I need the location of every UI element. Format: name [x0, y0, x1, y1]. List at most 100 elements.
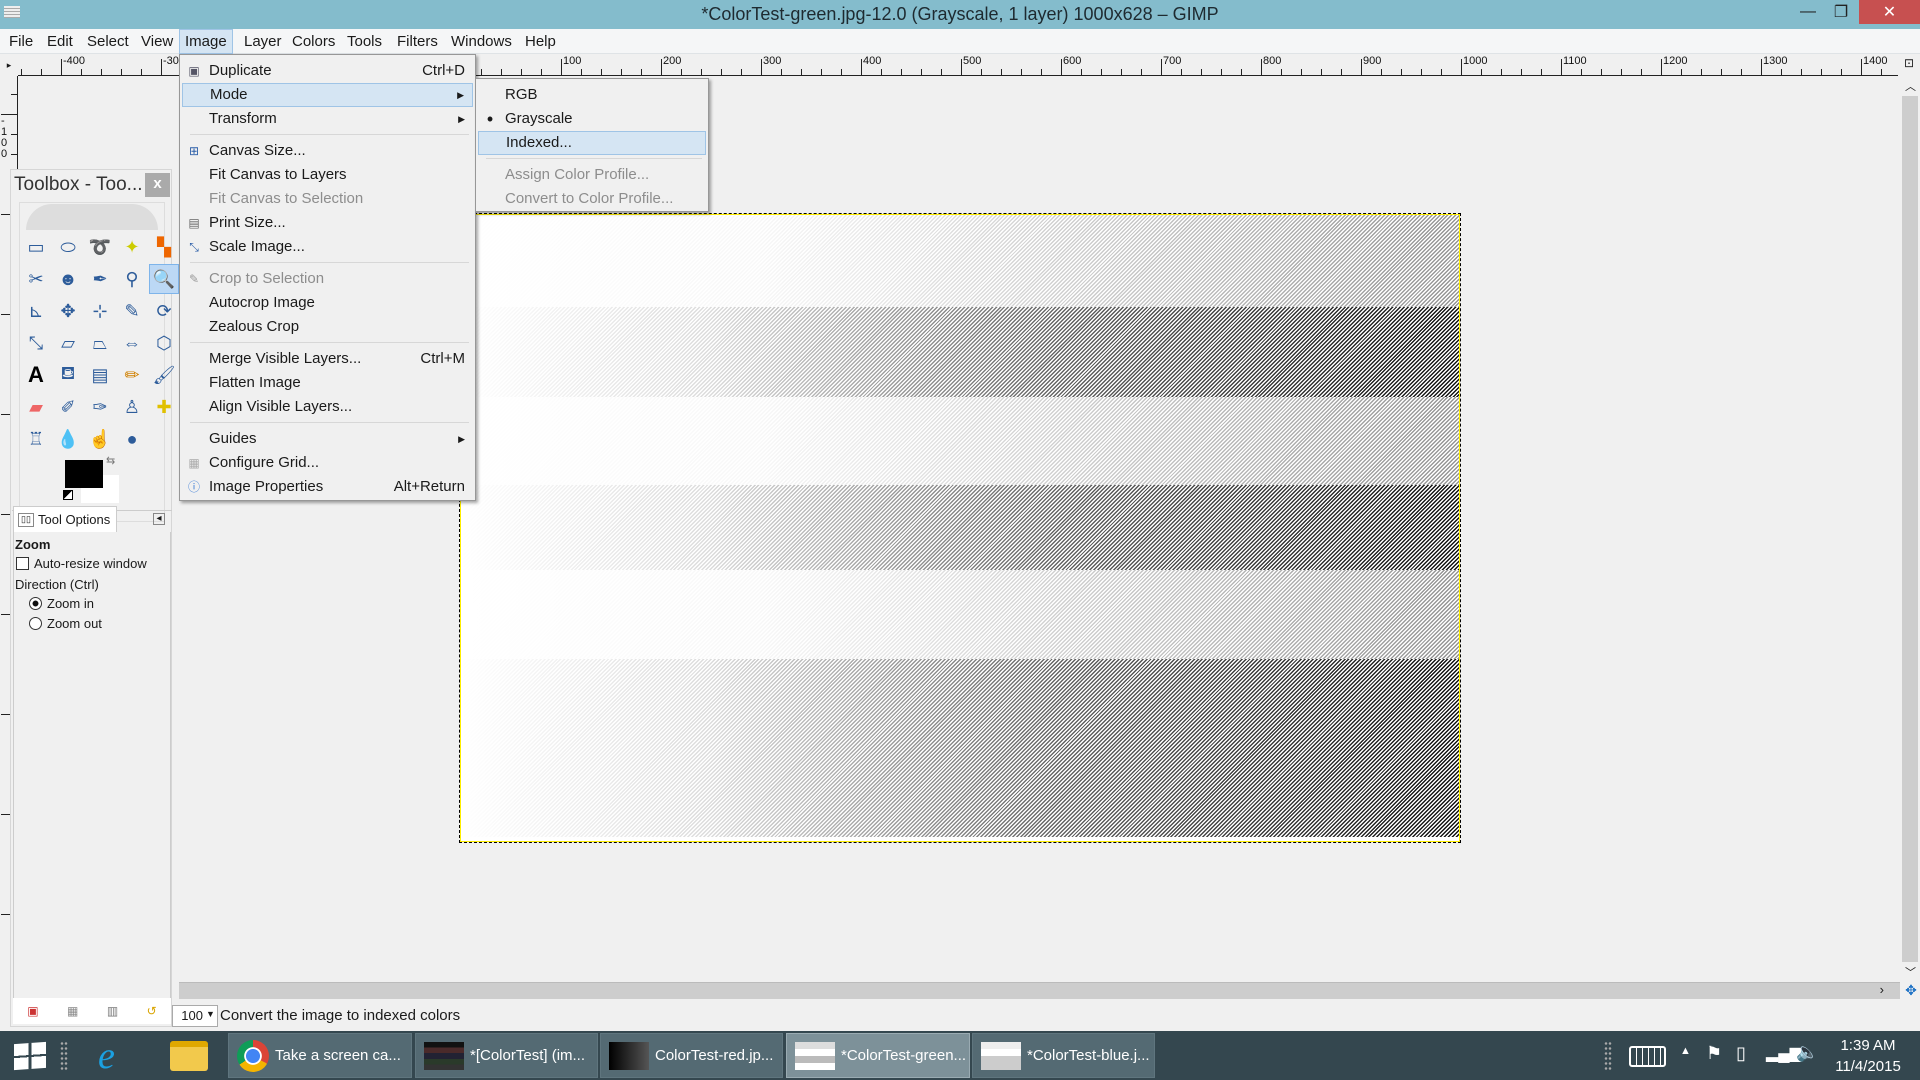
menu-item-align-visible-layers[interactable]: Align Visible Layers... [182, 395, 473, 419]
tool-ellipse-select-icon[interactable]: ⬭ [53, 232, 83, 262]
scroll-right-icon[interactable]: › [1880, 982, 1884, 997]
tool-smudge-icon[interactable]: ☝ [85, 424, 115, 454]
tool-scale-icon[interactable]: ⤡ [21, 328, 51, 358]
menu-help[interactable]: Help [520, 29, 561, 54]
taskbar-item-colortest-blue-j[interactable]: *ColorTest-blue.j... [972, 1033, 1155, 1078]
tool-perspective-icon[interactable]: ⏢ [85, 328, 115, 358]
tool-dodge-burn-icon[interactable]: ● [117, 424, 147, 454]
tool-scissors-select-icon[interactable]: ✂ [21, 264, 51, 294]
tool-measure-icon[interactable]: ⊾ [21, 296, 51, 326]
delete-tool-preset-icon[interactable]: ▥ [107, 1004, 118, 1018]
menu-item-assign-color-profile[interactable]: Assign Color Profile... [478, 163, 706, 187]
taskbar-item-colortest-im[interactable]: *[ColorTest] (im... [415, 1033, 598, 1078]
configure-tab-icon[interactable]: ◂ [153, 513, 165, 525]
swap-colors-icon[interactable]: ⇆ [106, 454, 115, 467]
radio-unchecked[interactable] [29, 617, 42, 630]
menu-item-convert-to-color-profile[interactable]: Convert to Color Profile... [478, 187, 706, 211]
tool-shear-icon[interactable]: ▱ [53, 328, 83, 358]
menu-item-grayscale[interactable]: • Grayscale [478, 107, 706, 131]
tool-foreground-select-icon[interactable]: ☻ [53, 264, 83, 294]
menu-file[interactable]: File [4, 29, 38, 54]
menu-item-transform[interactable]: Transform ▶ [182, 107, 473, 131]
tool-ink-icon[interactable]: ✑ [85, 392, 115, 422]
menu-item-flatten-image[interactable]: Flatten Image [182, 371, 473, 395]
menu-item-duplicate[interactable]: ▣ Duplicate Ctrl+D [182, 59, 473, 83]
tool-select-by-color-icon[interactable]: ▚ [149, 232, 179, 262]
tool-zoom-icon[interactable]: 🔍 [149, 264, 179, 294]
tool-clone-icon[interactable]: ♙ [117, 392, 147, 422]
navigate-icon[interactable]: ✥ [1902, 982, 1920, 1000]
tab-tool-options[interactable]: ▯▯ Tool Options [13, 506, 117, 532]
tool-perspective-clone-icon[interactable]: ♖ [21, 424, 51, 454]
menu-tools[interactable]: Tools [342, 29, 387, 54]
menu-item-crop-to-selection[interactable]: ✎ Crop to Selection [182, 267, 473, 291]
menu-select[interactable]: Select [82, 29, 134, 54]
menu-edit[interactable]: Edit [42, 29, 78, 54]
image-canvas[interactable] [459, 213, 1461, 843]
menu-item-configure-grid[interactable]: ▦ Configure Grid... [182, 451, 473, 475]
tool-rotate-icon[interactable]: ⟳ [149, 296, 179, 326]
scroll-down-icon[interactable]: ﹀ [1905, 964, 1916, 980]
taskbar-item-colortest-red-jp[interactable]: ColorTest-red.jp... [600, 1033, 783, 1078]
start-button[interactable] [14, 1041, 46, 1071]
menu-colors[interactable]: Colors [287, 29, 340, 54]
menu-item-indexed[interactable]: Indexed... [478, 131, 706, 155]
default-colors-icon[interactable] [63, 490, 73, 500]
tool-blend-icon[interactable]: ▤ [85, 360, 115, 390]
scroll-up-icon[interactable]: ︿ [1905, 78, 1916, 94]
tool-blur-icon[interactable]: 💧 [53, 424, 83, 454]
quick-mask-toggle-icon[interactable]: ▸ [0, 54, 18, 76]
tool-crop-icon[interactable]: ✎ [117, 296, 147, 326]
tool-fuzzy-select-icon[interactable]: ✦ [117, 232, 147, 262]
tool-free-select-icon[interactable]: ➰ [85, 232, 115, 262]
radio-checked[interactable] [29, 597, 42, 610]
menu-item-merge-visible-layers[interactable]: Merge Visible Layers... Ctrl+M [182, 347, 473, 371]
tool-eraser-icon[interactable]: ▰ [21, 392, 51, 422]
restore-button[interactable]: ❐ [1818, 0, 1864, 24]
menu-item-rgb[interactable]: RGB [478, 83, 706, 107]
tool-flip-icon[interactable]: ⇔ [117, 328, 147, 358]
reset-tool-options-icon[interactable]: ↺ [147, 1004, 157, 1018]
menu-image[interactable]: Image [179, 29, 233, 54]
file-explorer-icon[interactable] [170, 1041, 208, 1071]
tool-paths-icon[interactable]: ✒ [85, 264, 115, 294]
menu-windows[interactable]: Windows [446, 29, 517, 54]
menu-item-autocrop-image[interactable]: Autocrop Image [182, 291, 473, 315]
toolbox-close-button[interactable]: x [145, 173, 170, 197]
volume-icon[interactable]: 🔈 [1796, 1042, 1818, 1063]
menu-view[interactable]: View [136, 29, 178, 54]
tool-bucket-fill-icon[interactable]: ⛾ [53, 360, 83, 390]
save-tool-preset-icon[interactable]: ▣ [27, 1004, 38, 1018]
tool-text-icon[interactable]: A [21, 360, 51, 390]
close-button[interactable]: ✕ [1859, 0, 1920, 24]
tool-airbrush-icon[interactable]: ✐ [53, 392, 83, 422]
zoom-in-radio[interactable]: Zoom in [29, 596, 94, 611]
wilber-logo[interactable] [26, 204, 158, 230]
tool-heal-icon[interactable]: ✚ [149, 392, 179, 422]
clock[interactable]: 1:39 AM 11/4/2015 [1830, 1037, 1906, 1075]
horizontal-scrollbar[interactable]: › [179, 982, 1900, 999]
restore-tool-preset-icon[interactable]: ▦ [67, 1004, 78, 1018]
auto-resize-checkbox[interactable]: Auto-resize window [16, 556, 147, 571]
tool-rect-select-icon[interactable]: ▭ [21, 232, 51, 262]
menu-layer[interactable]: Layer [239, 29, 287, 54]
menu-item-mode[interactable]: Mode ▶ [182, 83, 473, 107]
internet-explorer-icon[interactable]: e [98, 1037, 115, 1075]
vertical-scrollbar[interactable]: ︿ ﹀ [1900, 76, 1920, 982]
menu-item-fit-canvas-to-selection[interactable]: Fit Canvas to Selection [182, 187, 473, 211]
menu-filters[interactable]: Filters [392, 29, 443, 54]
tool-cage-transform-icon[interactable]: ⬡ [149, 328, 179, 358]
show-hidden-icons-icon[interactable]: ▲ [1680, 1045, 1691, 1057]
scrollbar-thumb[interactable] [1902, 96, 1918, 962]
taskbar-item-take-a-screen-ca[interactable]: Take a screen ca... [228, 1033, 412, 1078]
menu-item-fit-canvas-to-layers[interactable]: Fit Canvas to Layers [182, 163, 473, 187]
touch-keyboard-icon[interactable] [1629, 1046, 1666, 1067]
tool-align-icon[interactable]: ⊹ [85, 296, 115, 326]
zoom-image-when-window-size-changes-icon[interactable]: ⊡ [1900, 56, 1918, 74]
action-center-flag-icon[interactable]: ⚑ [1706, 1043, 1722, 1064]
zoom-out-radio[interactable]: Zoom out [29, 616, 102, 631]
checkbox-box[interactable] [16, 557, 29, 570]
chevron-down-icon[interactable]: ▼ [206, 1009, 215, 1019]
menu-item-canvas-size[interactable]: ⊞ Canvas Size... [182, 139, 473, 163]
power-icon[interactable]: ▯ [1736, 1043, 1746, 1064]
